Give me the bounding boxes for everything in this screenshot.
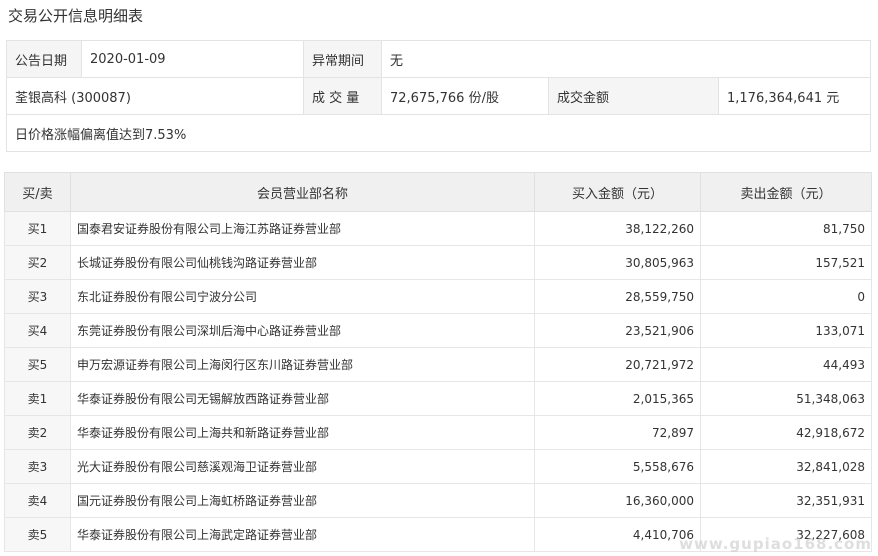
trading-detail-table: 买/卖 会员营业部名称 买入金额（元） 卖出金额（元） 买1 国泰君安证券股份有限… xyxy=(4,172,872,552)
row-side: 买2 xyxy=(4,245,71,280)
abnormal-period-label: 异常期间 xyxy=(303,40,382,78)
amount-value: 1,176,364,641 元 xyxy=(717,77,872,115)
table-row: 买4 东莞证券股份有限公司深圳后海中心路证券营业部 23,521,906 133,07… xyxy=(4,313,872,348)
row-buy-amount: 20,721,972 xyxy=(534,347,701,382)
row-buy-amount: 16,360,000 xyxy=(534,483,701,518)
info-row-3: 日价格涨幅偏离值达到7.53% xyxy=(5,114,872,152)
row-branch: 国元证券股份有限公司上海虹桥路证券营业部 xyxy=(70,483,535,518)
announce-date-value: 2020-01-09 xyxy=(81,40,304,78)
row-buy-amount: 2,015,365 xyxy=(534,381,701,416)
row-buy-amount: 72,897 xyxy=(534,415,701,450)
row-sell-amount: 0 xyxy=(700,279,872,314)
row-branch: 华泰证券股份有限公司无锡解放西路证券营业部 xyxy=(70,381,535,416)
info-row-1: 公告日期 2020-01-09 异常期间 无 xyxy=(6,40,872,78)
row-buy-amount: 28,559,750 xyxy=(534,279,701,314)
table-row: 卖2 华泰证券股份有限公司上海共和新路证券营业部 72,897 42,918,672 xyxy=(4,415,872,450)
row-branch: 申万宏源证券有限公司上海闵行区东川路证券营业部 xyxy=(70,347,535,382)
table-row: 卖4 国元证券股份有限公司上海虹桥路证券营业部 16,360,000 32,351,9… xyxy=(4,483,872,518)
row-sell-amount: 32,351,931 xyxy=(700,483,872,518)
table-row: 买3 东北证券股份有限公司宁波分公司 28,559,750 0 xyxy=(4,279,872,314)
row-sell-amount: 133,071 xyxy=(700,313,872,348)
row-branch: 华泰证券股份有限公司上海共和新路证券营业部 xyxy=(70,415,535,450)
row-branch: 国泰君安证券股份有限公司上海江苏路证券营业部 xyxy=(70,211,535,246)
info-row-2: 荃银高科 (300087) 成 交 量 72,675,766 份/股 成交金额 … xyxy=(6,77,872,115)
table-row: 卖3 光大证券股份有限公司慈溪观海卫证券营业部 5,558,676 32,841,02… xyxy=(4,449,872,484)
row-buy-amount: 5,558,676 xyxy=(534,449,701,484)
row-side: 买1 xyxy=(4,211,71,246)
row-side: 卖1 xyxy=(4,381,71,416)
amount-label: 成交金额 xyxy=(548,77,719,115)
table-row: 卖1 华泰证券股份有限公司无锡解放西路证券营业部 2,015,365 51,348,0… xyxy=(4,381,872,416)
volume-value: 72,675,766 份/股 xyxy=(381,77,549,115)
row-side: 买3 xyxy=(4,279,71,314)
table-row: 买1 国泰君安证券股份有限公司上海江苏路证券营业部 38,122,260 81,750 xyxy=(4,211,872,246)
table-header-row: 买/卖 会员营业部名称 买入金额（元） 卖出金额（元） xyxy=(4,172,872,212)
header-side: 买/卖 xyxy=(4,172,71,212)
row-sell-amount: 81,750 xyxy=(700,211,872,246)
row-sell-amount: 157,521 xyxy=(700,245,872,280)
row-side: 买5 xyxy=(4,347,71,382)
row-buy-amount: 30,805,963 xyxy=(534,245,701,280)
row-sell-amount: 44,493 xyxy=(700,347,872,382)
row-side: 卖2 xyxy=(4,415,71,450)
row-buy-amount: 23,521,906 xyxy=(534,313,701,348)
row-branch: 东北证券股份有限公司宁波分公司 xyxy=(70,279,535,314)
row-side: 卖5 xyxy=(4,517,71,552)
stock-info-table: 公告日期 2020-01-09 异常期间 无 荃银高科 (300087) 成 交… xyxy=(5,40,872,152)
row-side: 买4 xyxy=(4,313,71,348)
header-branch: 会员营业部名称 xyxy=(70,172,535,212)
stock-name: 荃银高科 (300087) xyxy=(6,77,304,115)
row-sell-amount: 42,918,672 xyxy=(700,415,872,450)
page-title: 交易公开信息明细表 xyxy=(8,7,144,25)
row-buy-amount: 4,410,706 xyxy=(534,517,701,552)
header-buy: 买入金额（元） xyxy=(534,172,701,212)
row-branch: 光大证券股份有限公司慈溪观海卫证券营业部 xyxy=(70,449,535,484)
row-side: 卖3 xyxy=(4,449,71,484)
table-row: 买5 申万宏源证券有限公司上海闵行区东川路证券营业部 20,721,972 44,49… xyxy=(4,347,872,382)
table-row: 买2 长城证券股份有限公司仙桃钱沟路证券营业部 30,805,963 157,521 xyxy=(4,245,872,280)
row-side: 卖4 xyxy=(4,483,71,518)
header-sell: 卖出金额（元） xyxy=(700,172,872,212)
abnormal-period-value: 无 xyxy=(380,40,872,78)
row-branch: 长城证券股份有限公司仙桃钱沟路证券营业部 xyxy=(70,245,535,280)
row-branch: 华泰证券股份有限公司上海武定路证券营业部 xyxy=(70,517,535,552)
announce-date-label: 公告日期 xyxy=(6,40,82,78)
row-sell-amount: 51,348,063 xyxy=(700,381,872,416)
row-sell-amount: 32,841,028 xyxy=(700,449,872,484)
row-buy-amount: 38,122,260 xyxy=(534,211,701,246)
volume-label: 成 交 量 xyxy=(303,77,382,115)
row-branch: 东莞证券股份有限公司深圳后海中心路证券营业部 xyxy=(70,313,535,348)
watermark: www.gupiao168.com xyxy=(679,535,872,553)
deviation-note: 日价格涨幅偏离值达到7.53% xyxy=(5,114,872,152)
